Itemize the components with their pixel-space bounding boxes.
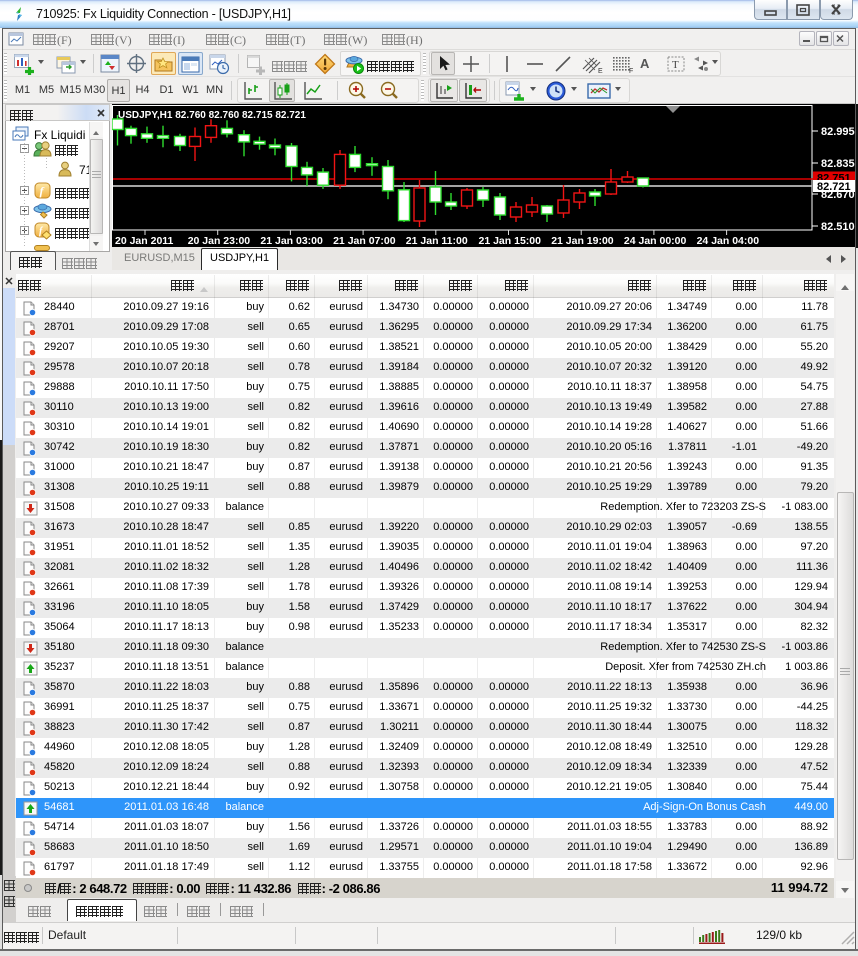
- svg-text:21 Jan 07:00: 21 Jan 07:00: [333, 235, 396, 247]
- svg-text:21 Jan 15:00: 21 Jan 15:00: [479, 235, 542, 247]
- svg-text:82.721: 82.721: [817, 181, 851, 193]
- svg-text:21 Jan 19:00: 21 Jan 19:00: [551, 235, 614, 247]
- svg-text:24 Jan 04:00: 24 Jan 04:00: [697, 235, 760, 247]
- svg-text:24 Jan 00:00: 24 Jan 00:00: [624, 235, 687, 247]
- svg-text:21 Jan 11:00: 21 Jan 11:00: [406, 235, 468, 247]
- svg-text:F: F: [629, 68, 633, 75]
- svg-text:20 Jan 2011: 20 Jan 2011: [115, 235, 174, 247]
- svg-text:USDJPY,H1 82.760 82.760 82.71: USDJPY,H1 82.760 82.760 82.715 82.721: [118, 110, 306, 121]
- svg-text:E: E: [598, 68, 603, 75]
- svg-text:82.835: 82.835: [821, 158, 855, 170]
- svg-text:82.510: 82.510: [821, 221, 855, 233]
- svg-text:21 Jan 03:00: 21 Jan 03:00: [260, 235, 323, 247]
- svg-text:82.995: 82.995: [821, 126, 855, 138]
- svg-text:T: T: [672, 59, 679, 71]
- svg-text:20 Jan 23:00: 20 Jan 23:00: [188, 235, 251, 247]
